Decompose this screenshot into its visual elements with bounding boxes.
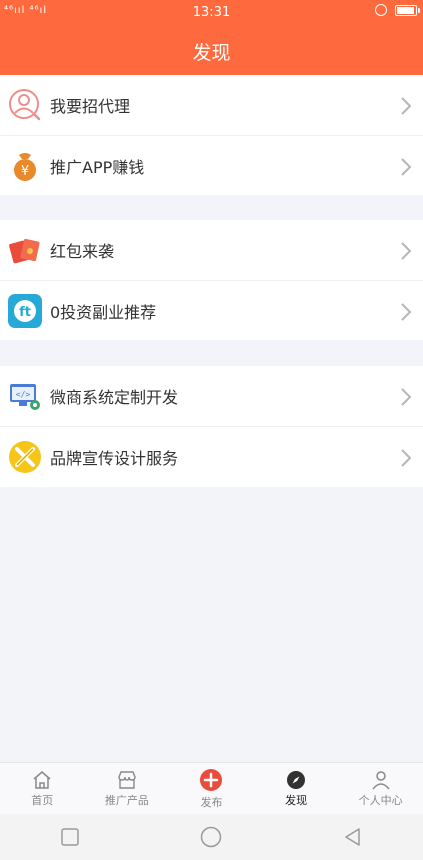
page-title: 发现 [192, 42, 231, 64]
chevron-right-icon [401, 242, 411, 260]
tab-home[interactable]: 首页 [0, 763, 85, 815]
store-icon [118, 771, 136, 789]
sidejob-icon: ft [8, 294, 42, 328]
tab-profile[interactable]: 个人中心 [338, 763, 423, 815]
menu-item-sidejob[interactable]: ft 0投资副业推荐 [0, 281, 423, 341]
money-bag-icon: ¥ [8, 149, 42, 183]
plus-circle-icon [200, 769, 223, 791]
rotation-lock-icon [375, 4, 387, 16]
menu-item-system-dev[interactable]: </> 微商系统定制开发 [0, 366, 423, 427]
chevron-right-icon [401, 388, 411, 406]
menu-item-agent[interactable]: 我要招代理 [0, 75, 423, 136]
svg-text:</>: </> [16, 390, 31, 399]
discover-group-1: 我要招代理 ¥ 推广APP赚钱 [0, 75, 423, 195]
bottom-tab-bar: 首页 推广产品 发布 发现 个人中心 [0, 762, 423, 815]
chevron-right-icon [401, 97, 411, 115]
discover-group-3: </> 微商系统定制开发 品牌宣传设计服务 [0, 366, 423, 487]
code-monitor-icon: </> [8, 379, 42, 413]
design-icon [8, 440, 42, 474]
svg-text:ft: ft [19, 305, 31, 320]
compass-icon [287, 771, 306, 789]
discover-group-2: 红包来袭 ft 0投资副业推荐 [0, 220, 423, 340]
red-envelope-icon [8, 233, 42, 267]
battery-icon [395, 4, 420, 16]
chevron-right-icon [401, 449, 411, 467]
app-header: ⁴⁶ııl ⁴⁶ıl 13:31 发现 [0, 0, 423, 75]
tab-label: 发现 [285, 794, 308, 807]
tab-discover[interactable]: 发现 [254, 763, 339, 815]
menu-item-label: 红包来袭 [50, 242, 115, 261]
back-triangle-icon[interactable] [343, 827, 363, 847]
recent-apps-icon[interactable] [60, 827, 80, 847]
home-icon [33, 771, 51, 789]
menu-item-label: 我要招代理 [50, 97, 131, 116]
tab-publish[interactable]: 发布 [169, 763, 254, 815]
menu-item-label: 微商系统定制开发 [50, 388, 179, 407]
agent-icon [8, 88, 42, 122]
menu-item-label: 品牌宣传设计服务 [50, 449, 179, 468]
home-circle-icon[interactable] [200, 826, 222, 848]
tab-promote-products[interactable]: 推广产品 [85, 763, 170, 815]
chevron-right-icon [401, 303, 411, 321]
menu-item-label: 0投资副业推荐 [50, 303, 157, 322]
menu-item-red-envelope[interactable]: 红包来袭 [0, 220, 423, 281]
tab-label: 发布 [200, 796, 223, 809]
chevron-right-icon [401, 158, 411, 176]
status-time: 13:31 [192, 5, 231, 20]
menu-item-brand-design[interactable]: 品牌宣传设计服务 [0, 427, 423, 487]
menu-item-label: 推广APP赚钱 [50, 158, 145, 177]
tab-label: 首页 [31, 794, 54, 807]
menu-item-promote-app[interactable]: ¥ 推广APP赚钱 [0, 136, 423, 196]
tab-label: 个人中心 [358, 794, 403, 807]
tab-label: 推广产品 [104, 794, 149, 807]
user-icon [372, 771, 390, 790]
system-nav-bar [0, 814, 423, 860]
status-icons [375, 4, 420, 16]
svg-text:¥: ¥ [21, 164, 29, 179]
